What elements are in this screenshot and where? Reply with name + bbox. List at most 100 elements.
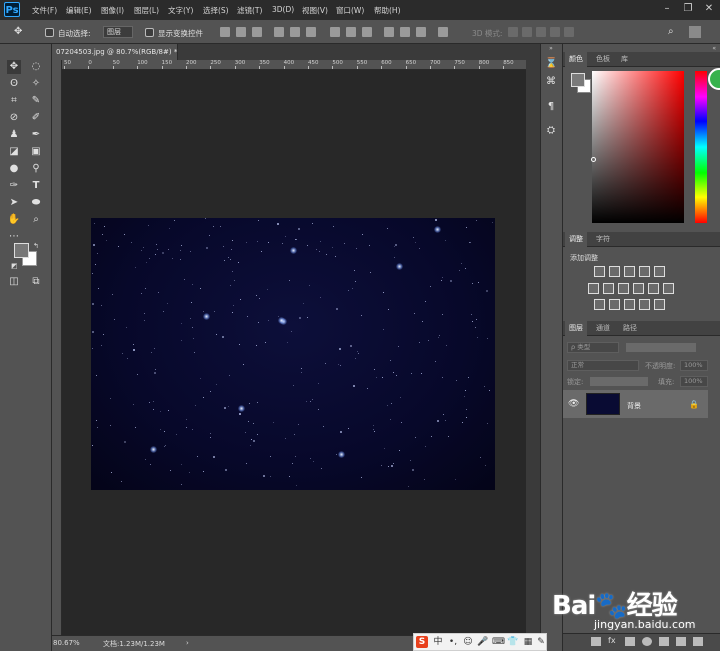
3d-roll-icon[interactable] (522, 27, 532, 37)
punctuation-icon[interactable]: •, (447, 636, 459, 648)
zoom-tool-icon[interactable]: ⌕ (29, 213, 43, 227)
layer-kind-filter[interactable]: ρ 类型 (567, 342, 619, 353)
ime-mode-label[interactable]: 中 (432, 636, 444, 648)
hue-slider[interactable] (695, 71, 707, 223)
eyedropper-icon[interactable]: ✎ (29, 94, 43, 108)
lasso-tool-icon[interactable]: ʘ (7, 77, 21, 91)
restore-icon[interactable]: ❐ (681, 2, 695, 16)
menu-3d[interactable]: 3D(D) (272, 5, 294, 14)
panel-foreground-swatch[interactable] (571, 73, 585, 87)
screen-mode-icon[interactable]: ⧉ (29, 275, 43, 289)
distribute-vcenter-icon[interactable] (346, 27, 356, 37)
vibrance-icon[interactable] (654, 266, 665, 277)
quick-mask-icon[interactable]: ◫ (7, 275, 21, 289)
show-transform-checkbox[interactable] (145, 28, 154, 37)
status-menu-arrow-icon[interactable]: › (186, 639, 189, 647)
new-group-icon[interactable] (659, 637, 669, 646)
menu-layer[interactable]: 图层(L) (134, 5, 159, 16)
3d-panel-icon[interactable]: ⛭ (545, 125, 557, 137)
crop-tool-icon[interactable]: ⌗ (7, 94, 21, 108)
selective-color-icon[interactable] (639, 299, 650, 310)
horizontal-ruler[interactable]: 50 0 50 100 150 200 250 300 350 400 450 500 550 600 65… (62, 60, 526, 70)
tab-channels[interactable]: 通道 (592, 321, 614, 336)
swap-colors-icon[interactable]: ↰ (33, 242, 41, 250)
tab-character[interactable]: 字符 (592, 232, 614, 247)
layer-filter-icons[interactable] (626, 343, 696, 352)
blend-mode-dropdown[interactable]: 正常 (567, 360, 639, 371)
foreground-color-swatch[interactable] (14, 243, 29, 258)
align-hcenter-icon[interactable] (290, 27, 300, 37)
auto-select-target-dropdown[interactable]: 图层 (103, 26, 133, 38)
distribute-bottom-icon[interactable] (362, 27, 372, 37)
menu-window[interactable]: 窗口(W) (336, 5, 364, 16)
menu-file[interactable]: 文件(F) (32, 5, 57, 16)
dock-collapse-icon[interactable]: » (541, 46, 561, 52)
starfield-image[interactable] (91, 218, 495, 490)
curves-icon[interactable] (624, 266, 635, 277)
healing-brush-icon[interactable]: ⊘ (7, 111, 21, 125)
layer-name[interactable]: 背景 (627, 401, 641, 411)
minimize-icon[interactable]: – (660, 2, 674, 16)
align-top-icon[interactable] (220, 27, 230, 37)
posterize-icon[interactable] (609, 299, 620, 310)
history-brush-icon[interactable]: ✒ (29, 128, 43, 142)
align-right-icon[interactable] (306, 27, 316, 37)
exposure-icon[interactable] (639, 266, 650, 277)
add-mask-icon[interactable] (625, 637, 635, 646)
brightness-contrast-icon[interactable] (594, 266, 605, 277)
ellipse-tool-icon[interactable]: ⬬ (29, 196, 43, 210)
move-tool-icon[interactable]: ✥ (7, 60, 21, 74)
search-icon[interactable]: ⌕ (668, 26, 680, 38)
black-white-icon[interactable] (618, 283, 629, 294)
hue-saturation-icon[interactable] (588, 283, 599, 294)
menu-type[interactable]: 文字(Y) (168, 5, 193, 16)
gradient-tool-icon[interactable]: ▣ (29, 145, 43, 159)
menu-view[interactable]: 视图(V) (302, 5, 328, 16)
close-icon[interactable]: ✕ (702, 2, 716, 16)
color-balance-icon[interactable] (603, 283, 614, 294)
distribute-left-icon[interactable] (384, 27, 394, 37)
channel-mixer-icon[interactable] (648, 283, 659, 294)
document-tab[interactable]: 07204503.jpg @ 80.7%(RGB/8#) * (52, 44, 178, 60)
3d-slide-icon[interactable] (550, 27, 560, 37)
tab-color[interactable]: 颜色 (565, 52, 587, 67)
path-selection-icon[interactable]: ➤ (7, 196, 21, 210)
align-left-icon[interactable] (274, 27, 284, 37)
sogou-ime-icon[interactable]: S (416, 636, 428, 648)
blur-tool-icon[interactable]: ● (7, 162, 21, 176)
pen-tool-icon[interactable]: ✑ (7, 179, 21, 193)
zoom-level[interactable]: 80.67% (53, 639, 80, 647)
more-tools-icon[interactable]: ⋯ (7, 230, 21, 244)
tab-libraries[interactable]: 库 (617, 52, 632, 67)
color-lookup-icon[interactable] (663, 283, 674, 294)
auto-select-checkbox[interactable] (45, 28, 54, 37)
menu-filter[interactable]: 滤镜(T) (237, 5, 262, 16)
emoji-icon[interactable]: ☺ (462, 636, 474, 648)
hand-tool-icon[interactable]: ✋ (7, 213, 21, 227)
settings-icon[interactable]: ✎ (535, 636, 547, 648)
new-layer-icon[interactable] (676, 637, 686, 646)
workspace-icon[interactable] (689, 26, 701, 38)
tab-paths[interactable]: 路径 (619, 321, 641, 336)
menu-help[interactable]: 帮助(H) (374, 5, 401, 16)
clone-stamp-icon[interactable]: ♟ (7, 128, 21, 142)
history-panel-icon[interactable]: ⌛ (545, 58, 557, 70)
marquee-tool-icon[interactable]: ◌ (29, 60, 43, 74)
align-vcenter-icon[interactable] (236, 27, 246, 37)
menu-select[interactable]: 选择(S) (203, 5, 229, 16)
opacity-field[interactable]: 100% (680, 360, 708, 371)
toolbox-icon[interactable]: ▦ (522, 636, 534, 648)
menu-image[interactable]: 图像(I) (101, 5, 124, 16)
visibility-eye-icon[interactable]: 👁 (568, 399, 579, 409)
eraser-tool-icon[interactable]: ◪ (7, 145, 21, 159)
align-bottom-icon[interactable] (252, 27, 262, 37)
distribute-top-icon[interactable] (330, 27, 340, 37)
microphone-icon[interactable]: 🎤 (477, 636, 489, 648)
distribute-hcenter-icon[interactable] (400, 27, 410, 37)
levels-icon[interactable] (609, 266, 620, 277)
link-layers-icon[interactable] (591, 637, 601, 646)
layer-style-icon[interactable]: fx (608, 636, 618, 646)
threshold-icon[interactable] (624, 299, 635, 310)
3d-scale-icon[interactable] (564, 27, 574, 37)
photo-filter-icon[interactable] (633, 283, 644, 294)
